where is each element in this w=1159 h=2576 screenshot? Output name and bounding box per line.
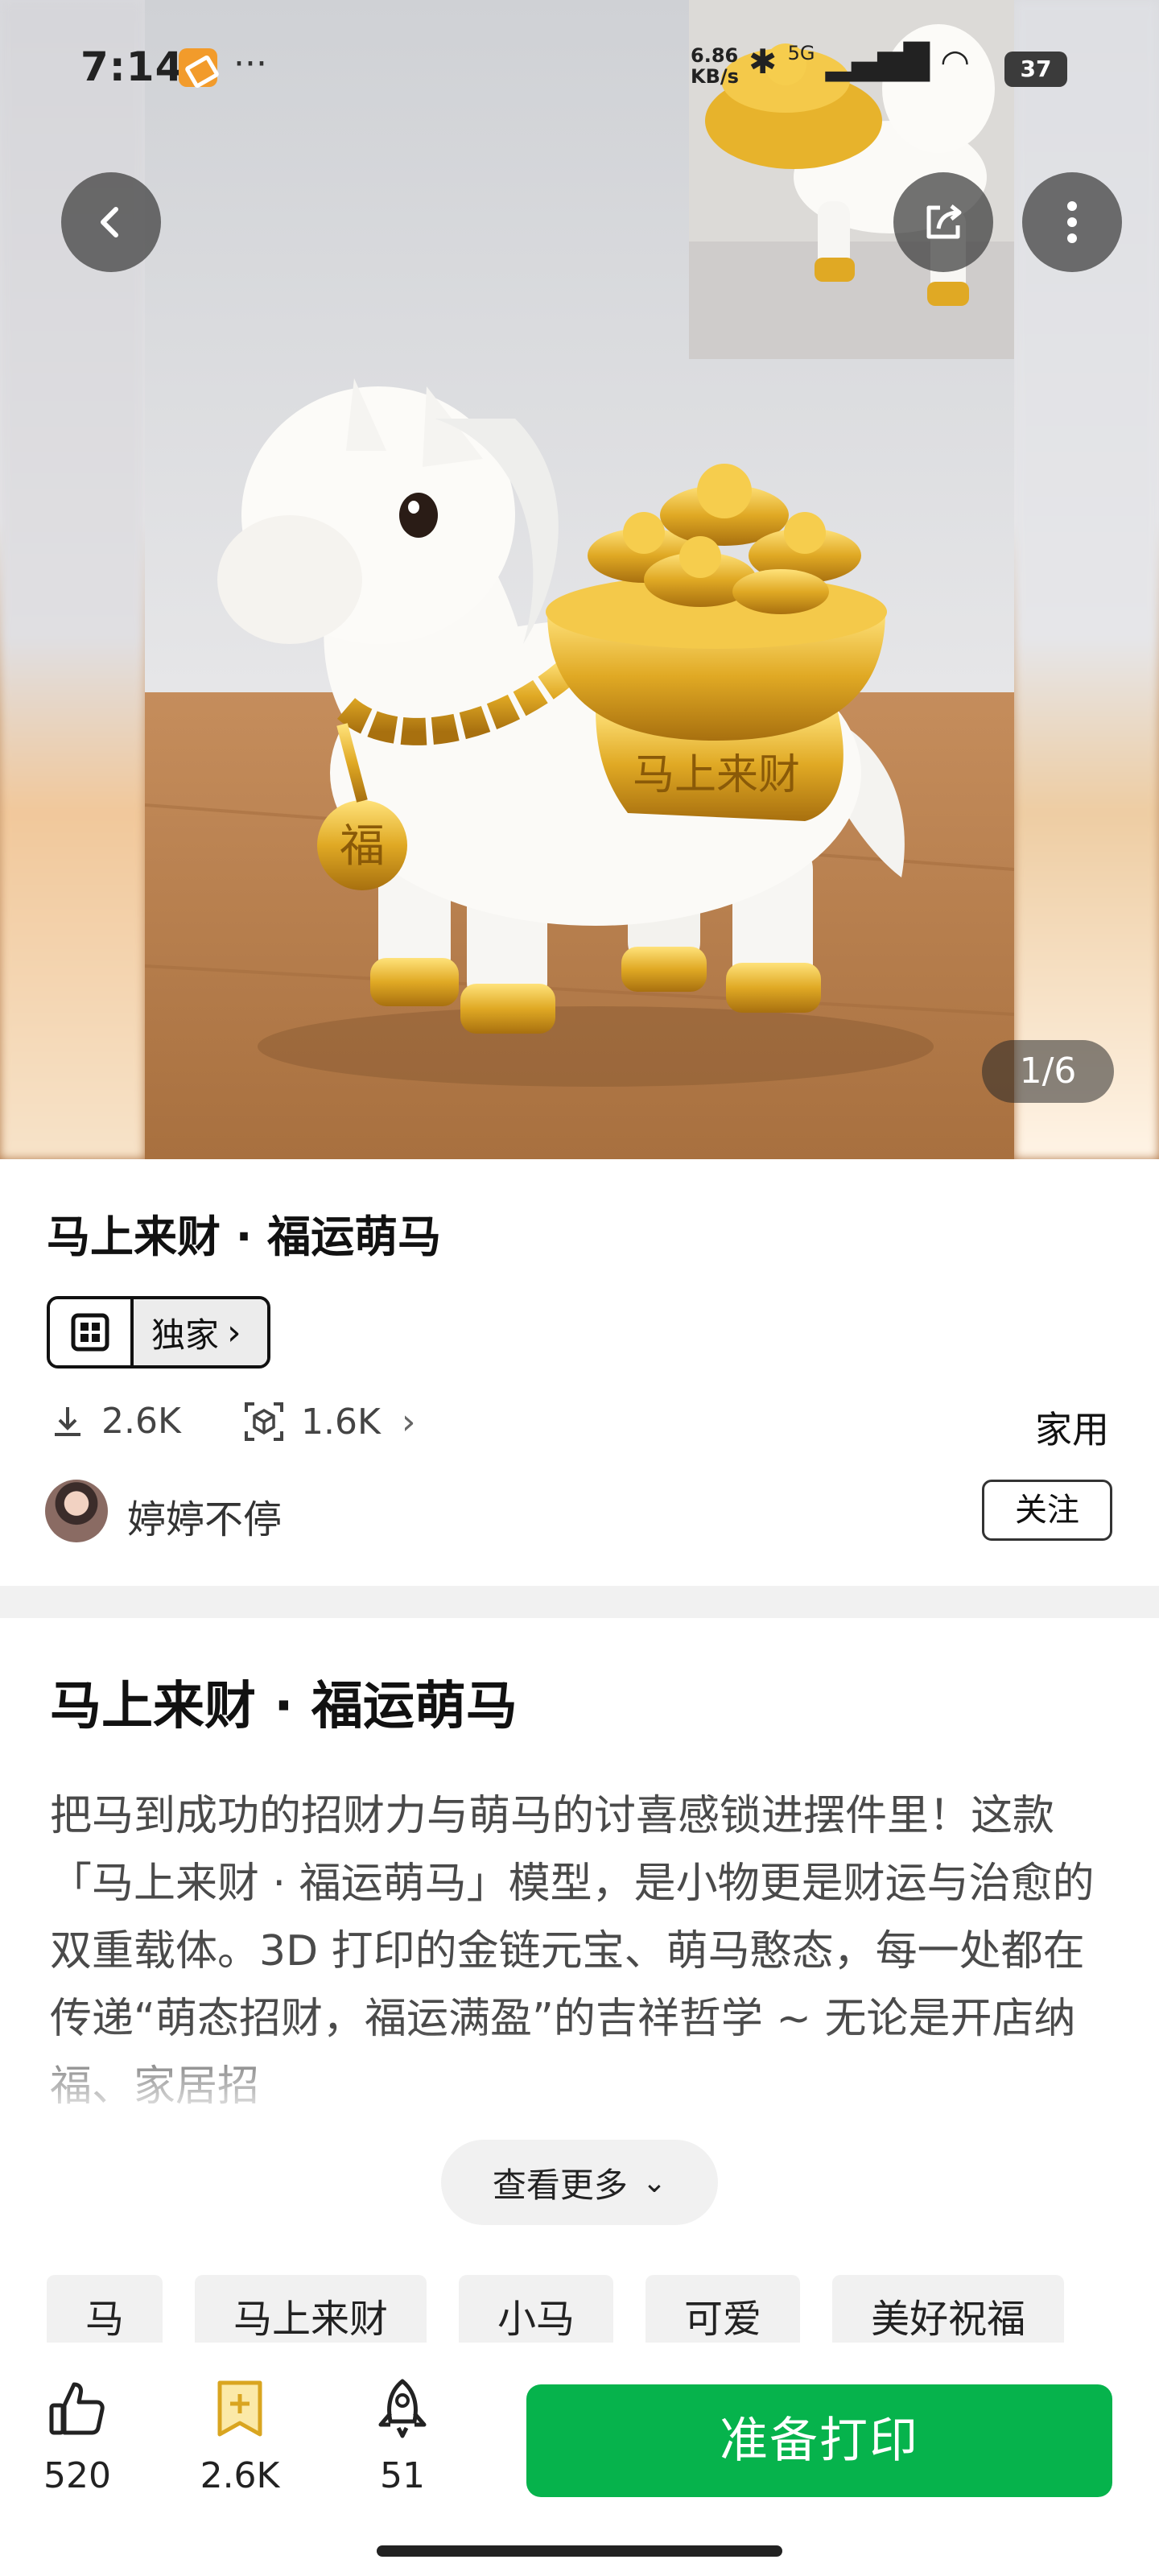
more-options-button[interactable] <box>1022 172 1122 272</box>
status-time: 7:14 <box>80 43 184 90</box>
home-indicator[interactable] <box>377 2545 782 2557</box>
description-title: 马上来财 · 福运萌马 <box>50 1677 518 1736</box>
exclusive-badge[interactable]: 独家 › <box>47 1296 270 1368</box>
cell-signal-icon: ▂▄▆█ <box>825 42 930 81</box>
signal-label: 5G <box>787 42 815 64</box>
boost-count: 51 <box>380 2455 425 2496</box>
status-more-dots: ··· <box>233 43 267 85</box>
cube-logo-icon <box>50 1299 134 1365</box>
category-label: 家用 <box>1035 1408 1109 1451</box>
thumbs-up-icon <box>49 2382 105 2435</box>
author-name[interactable]: 婷婷不停 <box>127 1488 282 1544</box>
favorite-count: 2.6K <box>200 2455 280 2496</box>
download-icon <box>55 1406 80 1436</box>
download-count-value: 2.6K <box>101 1401 181 1442</box>
chevron-down-icon: ⌄ <box>641 2165 667 2199</box>
vertical-dots-icon <box>1067 201 1077 243</box>
bookmark-add-icon <box>217 2380 262 2437</box>
model-image-carousel[interactable]: 福 马上来财 7:14 ··· 6.86 KB/s ✱ 5G ▂▄▆█ ◠ 37… <box>0 0 1159 1159</box>
status-icons: ✱ 5G ▂▄▆█ ◠ <box>749 42 970 81</box>
section-divider <box>0 1586 1159 1618</box>
bluetooth-icon: ✱ <box>749 42 777 81</box>
see-more-label: 查看更多 <box>492 2165 628 2205</box>
description-fade <box>0 2029 1159 2141</box>
svg-text:马上来财: 马上来财 <box>633 751 800 799</box>
network-speed: 6.86 KB/s <box>691 45 739 87</box>
model-title: 马上来财 · 福运萌马 <box>47 1212 442 1262</box>
like-button[interactable]: 520 <box>13 2378 142 2496</box>
share-icon <box>926 204 962 239</box>
like-count: 520 <box>43 2455 111 2496</box>
wifi-icon: ◠ <box>940 42 971 81</box>
prepare-print-button[interactable]: 准备打印 <box>526 2384 1112 2497</box>
notification-app-icon <box>179 48 217 87</box>
rocket-icon <box>378 2379 427 2438</box>
chevron-left-icon <box>101 207 118 237</box>
chevron-right-icon: › <box>401 1401 416 1443</box>
make-count-link[interactable]: 1.6K › <box>243 1401 415 1443</box>
3d-cube-scan-icon <box>245 1402 283 1441</box>
follow-button[interactable]: 关注 <box>982 1480 1112 1541</box>
network-speed-unit: KB/s <box>691 65 739 88</box>
image-page-counter: 1/6 <box>982 1040 1114 1103</box>
svg-text:福: 福 <box>340 820 385 873</box>
battery-indicator: 37 <box>1004 52 1067 87</box>
boost-button[interactable]: 51 <box>338 2378 467 2496</box>
see-more-button[interactable]: 查看更多 ⌄ <box>441 2140 718 2225</box>
favorite-button[interactable]: 2.6K <box>175 2378 304 2496</box>
exclusive-label: 独家 <box>151 1315 220 1355</box>
chevron-right-icon: › <box>227 1311 241 1353</box>
make-count-value: 1.6K <box>301 1401 381 1443</box>
author-avatar[interactable] <box>45 1480 108 1542</box>
network-speed-value: 6.86 <box>691 44 739 67</box>
download-count: 2.6K <box>50 1401 181 1442</box>
back-button[interactable] <box>61 172 161 272</box>
share-button[interactable] <box>893 172 993 272</box>
